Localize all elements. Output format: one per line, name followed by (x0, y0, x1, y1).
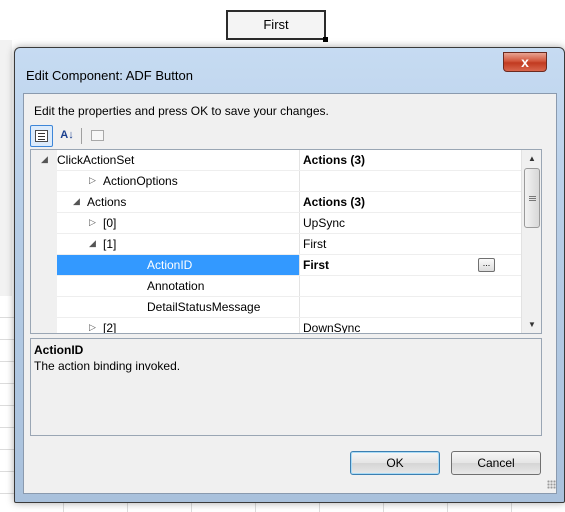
property-row[interactable]: Annotation (31, 276, 521, 297)
property-value[interactable]: First (303, 237, 326, 251)
column-divider (299, 255, 300, 276)
property-row[interactable]: ◢ [1] First (31, 234, 521, 255)
background-first-button-label: First (263, 17, 289, 32)
property-name: Actions (87, 195, 127, 209)
property-name: [0] (103, 216, 117, 230)
description-text: The action binding invoked. (34, 359, 181, 373)
property-grid: ◢ ClickActionSet Actions (3) ▷ ActionOptions… (30, 149, 542, 334)
collapse-arrow-icon[interactable]: ◢ (73, 196, 80, 207)
column-divider (299, 171, 300, 192)
scroll-down-arrow-icon[interactable]: ▼ (522, 316, 541, 333)
property-row[interactable]: ▷ [2] DownSync (31, 318, 521, 334)
size-grip-icon[interactable] (547, 480, 556, 489)
property-row[interactable]: ◢ Actions Actions (3) (31, 192, 521, 213)
edit-component-dialog: Edit Component: ADF Button x Edit the pr… (14, 47, 565, 503)
dialog-client-area: Edit the properties and press OK to save… (23, 93, 557, 494)
toolbar-separator (81, 128, 82, 144)
column-divider (299, 150, 300, 171)
row-margin (31, 192, 57, 213)
property-name: [1] (103, 237, 117, 251)
property-name: [2] (103, 321, 117, 334)
property-row[interactable]: DetailStatusMessage (31, 297, 521, 318)
property-name: ActionID (147, 258, 193, 272)
row-margin (31, 171, 57, 192)
expand-arrow-icon[interactable]: ▷ (89, 322, 96, 333)
scroll-up-arrow-icon[interactable]: ▲ (522, 150, 541, 167)
sort-alphabetical-icon: A↓ (60, 129, 74, 141)
property-row[interactable]: ▷ [0] UpSync (31, 213, 521, 234)
collapse-arrow-icon[interactable]: ◢ (89, 238, 96, 249)
property-value[interactable]: First (303, 258, 329, 272)
ok-button[interactable]: OK (350, 451, 440, 475)
scrollbar-thumb[interactable] (524, 168, 540, 228)
row-margin (31, 297, 57, 318)
close-button[interactable]: x (503, 52, 547, 72)
property-value[interactable]: Actions (3) (303, 195, 365, 209)
property-name: DetailStatusMessage (147, 300, 261, 314)
grip-icon (529, 196, 536, 197)
categorized-button[interactable] (30, 125, 53, 147)
resize-handle[interactable] (323, 37, 328, 42)
expand-arrow-icon[interactable]: ▷ (89, 175, 96, 186)
column-divider (299, 318, 300, 333)
description-panel: ActionID The action binding invoked. (30, 338, 542, 436)
vertical-scrollbar[interactable]: ▲ ▼ (521, 150, 541, 333)
column-divider (299, 192, 300, 213)
alphabetical-button[interactable]: A↓ (56, 125, 78, 147)
dialog-title: Edit Component: ADF Button (26, 68, 193, 83)
cancel-button[interactable]: Cancel (451, 451, 541, 475)
column-divider (299, 297, 300, 318)
row-margin (31, 276, 57, 297)
property-row[interactable]: ◢ ClickActionSet Actions (3) (31, 150, 521, 171)
row-margin (31, 213, 57, 234)
property-row[interactable]: ▷ ActionOptions (31, 171, 521, 192)
column-divider (299, 234, 300, 255)
property-row[interactable]: ActionID First... (31, 255, 521, 276)
property-pages-icon (91, 130, 104, 141)
column-divider (299, 213, 300, 234)
column-divider (299, 276, 300, 297)
property-value[interactable]: DownSync (303, 321, 360, 333)
collapse-arrow-icon[interactable]: ◢ (41, 154, 48, 165)
description-title: ActionID (34, 343, 84, 357)
property-name: Annotation (147, 279, 205, 293)
row-margin (31, 318, 57, 333)
background-panel (0, 40, 12, 296)
property-value[interactable]: UpSync (303, 216, 345, 230)
property-pages-button[interactable] (86, 125, 108, 147)
instructions-text: Edit the properties and press OK to save… (34, 104, 329, 118)
row-margin (31, 255, 57, 276)
property-name: ClickActionSet (57, 153, 135, 167)
property-name: ActionOptions (103, 174, 178, 188)
background-first-button[interactable]: First (226, 10, 328, 42)
categorized-icon (35, 130, 48, 142)
ellipsis-button[interactable]: ... (478, 258, 495, 272)
property-value[interactable]: Actions (3) (303, 153, 365, 167)
row-margin (31, 234, 57, 255)
expand-arrow-icon[interactable]: ▷ (89, 217, 96, 228)
